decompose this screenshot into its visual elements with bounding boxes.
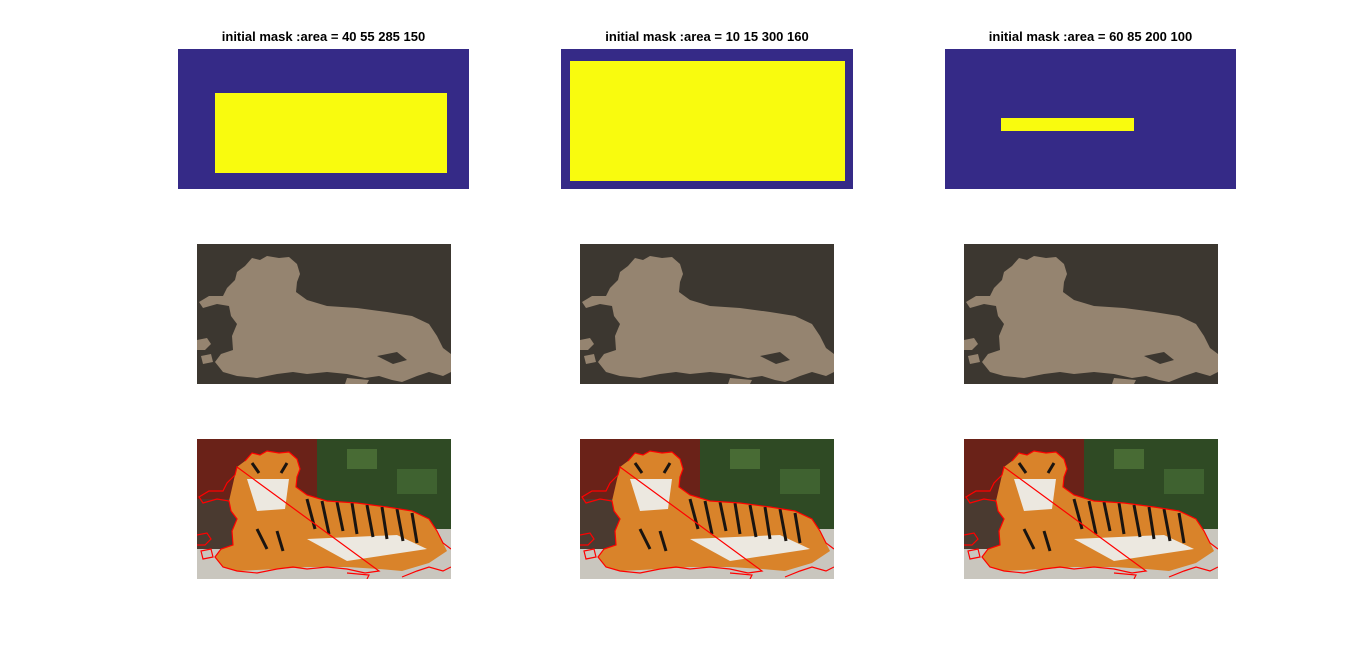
initial-mask-panel-1 xyxy=(178,49,469,189)
subplot-title-2: initial mask :area = 10 15 300 160 xyxy=(605,29,809,44)
mask-region xyxy=(1001,118,1134,131)
mask-region xyxy=(570,61,845,181)
initial-mask-panel-3 xyxy=(945,49,1236,189)
initial-mask-panel-2 xyxy=(561,49,853,189)
tiger-silhouette-icon xyxy=(964,244,1218,384)
contour-overlay-panel-1 xyxy=(197,439,451,579)
segmentation-panel-2 xyxy=(580,244,834,384)
tiger-photo-icon xyxy=(197,439,451,579)
tiger-photo-icon xyxy=(580,439,834,579)
segmentation-panel-3 xyxy=(964,244,1218,384)
contour-overlay-panel-2 xyxy=(580,439,834,579)
subplot-title-3: initial mask :area = 60 85 200 100 xyxy=(988,29,1193,44)
mask-region xyxy=(215,93,447,173)
subplot-title-1: initial mask :area = 40 55 285 150 xyxy=(221,29,426,44)
tiger-photo-icon xyxy=(964,439,1218,579)
tiger-silhouette-icon xyxy=(197,244,451,384)
contour-overlay-panel-3 xyxy=(964,439,1218,579)
segmentation-panel-1 xyxy=(197,244,451,384)
tiger-silhouette-icon xyxy=(580,244,834,384)
